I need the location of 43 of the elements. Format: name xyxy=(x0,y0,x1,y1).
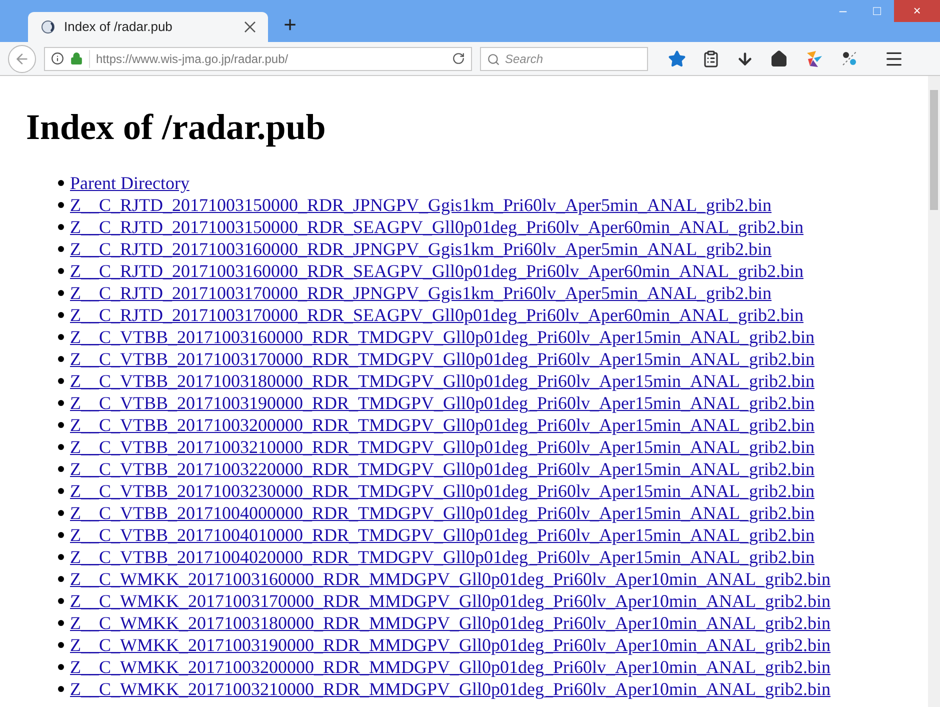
search-icon xyxy=(487,52,500,66)
file-link[interactable]: Z__C_RJTD_20171003170000_RDR_JPNGPV_Ggis1km_Pri60lv_Aper5min_ANAL_grib2.bin xyxy=(70,283,772,303)
download-icon[interactable] xyxy=(736,50,754,68)
file-link[interactable]: Z__C_VTBB_20171003190000_RDR_TMDGPV_Gll0p01deg_Pri60lv_Aper15min_ANAL_grib2.bin xyxy=(70,393,814,413)
file-link[interactable]: Z__C_VTBB_20171003160000_RDR_TMDGPV_Gll0p01deg_Pri60lv_Aper15min_ANAL_grib2.bin xyxy=(70,327,814,347)
file-link[interactable]: Z__C_WMKK_20171003200000_RDR_MMDGPV_Gll0p01deg_Pri60lv_Aper10min_ANAL_grib2.bin xyxy=(70,657,830,677)
file-link[interactable]: Z__C_VTBB_20171004010000_RDR_TMDGPV_Gll0p01deg_Pri60lv_Aper15min_ANAL_grib2.bin xyxy=(70,525,814,545)
info-icon xyxy=(51,52,64,65)
url-text: https://www.wis-jma.go.jp/radar.pub/ xyxy=(89,50,446,68)
address-bar[interactable]: https://www.wis-jma.go.jp/radar.pub/ xyxy=(44,46,472,70)
file-link[interactable]: Z__C_RJTD_20171003160000_RDR_SEAGPV_Gll0p01deg_Pri60lv_Aper60min_ANAL_grib2.bin xyxy=(70,261,804,281)
file-link[interactable]: Z__C_RJTD_20171003150000_RDR_SEAGPV_Gll0p01deg_Pri60lv_Aper60min_ANAL_grib2.bin xyxy=(70,217,804,237)
file-link[interactable]: Z__C_RJTD_20171003150000_RDR_JPNGPV_Ggis1km_Pri60lv_Aper5min_ANAL_grib2.bin xyxy=(70,195,772,215)
file-link[interactable]: Z__C_WMKK_20171003190000_RDR_MMDGPV_Gll0p01deg_Pri60lv_Aper10min_ANAL_grib2.bin xyxy=(70,635,830,655)
file-link[interactable]: Z__C_VTBB_20171003170000_RDR_TMDGPV_Gll0p01deg_Pri60lv_Aper15min_ANAL_grib2.bin xyxy=(70,349,814,369)
file-link[interactable]: Z__C_VTBB_20171003230000_RDR_TMDGPV_Gll0p01deg_Pri60lv_Aper15min_ANAL_grib2.bin xyxy=(70,481,814,501)
file-link[interactable]: Z__C_VTBB_20171003210000_RDR_TMDGPV_Gll0p01deg_Pri60lv_Aper15min_ANAL_grib2.bin xyxy=(70,437,814,457)
file-link[interactable]: Z__C_VTBB_20171003180000_RDR_TMDGPV_Gll0p01deg_Pri60lv_Aper15min_ANAL_grib2.bin xyxy=(70,371,814,391)
close-icon[interactable] xyxy=(244,21,256,33)
page-heading: Index of /radar.pub xyxy=(26,106,326,148)
file-link[interactable]: Z__C_VTBB_20171003220000_RDR_TMDGPV_Gll0p01deg_Pri60lv_Aper15min_ANAL_grib2.bin xyxy=(70,459,814,479)
browser-tab[interactable]: Index of /radar.pub xyxy=(28,12,268,42)
clipboard-icon[interactable] xyxy=(702,50,720,68)
file-link[interactable]: Z__C_WMKK_20171003210000_RDR_MMDGPV_Gll0p01deg_Pri60lv_Aper10min_ANAL_grib2.bin xyxy=(70,679,830,699)
search-field[interactable]: Search xyxy=(480,46,648,70)
lock-icon xyxy=(70,52,83,65)
home-icon[interactable] xyxy=(770,50,788,68)
file-link[interactable]: Z__C_VTBB_20171004020000_RDR_TMDGPV_Gll0p01deg_Pri60lv_Aper15min_ANAL_grib2.bin xyxy=(70,547,814,567)
reload-icon[interactable] xyxy=(452,52,465,65)
file-link[interactable]: Parent Directory xyxy=(70,173,190,193)
file-link[interactable]: Z__C_WMKK_20171003170000_RDR_MMDGPV_Gll0p01deg_Pri60lv_Aper10min_ANAL_grib2.bin xyxy=(70,591,830,611)
file-link[interactable]: Z__C_WMKK_20171003160000_RDR_MMDGPV_Gll0p01deg_Pri60lv_Aper10min_ANAL_grib2.bin xyxy=(70,569,830,589)
back-button[interactable] xyxy=(8,44,36,72)
file-link[interactable]: Z__C_VTBB_20171003200000_RDR_TMDGPV_Gll0p01deg_Pri60lv_Aper15min_ANAL_grib2.bin xyxy=(70,415,814,435)
tab-title: Index of /radar.pub xyxy=(64,18,174,36)
file-link[interactable]: Z__C_VTBB_20171004000000_RDR_TMDGPV_Gll0p01deg_Pri60lv_Aper15min_ANAL_grib2.bin xyxy=(70,503,814,523)
star-icon[interactable] xyxy=(668,50,686,68)
new-tab-button[interactable]: + xyxy=(276,12,304,42)
file-link[interactable]: Z__C_WMKK_20171003180000_RDR_MMDGPV_Gll0p01deg_Pri60lv_Aper10min_ANAL_grib2.bin xyxy=(70,613,830,633)
scrollbar[interactable] xyxy=(928,76,940,707)
file-link[interactable]: Z__C_RJTD_20171003160000_RDR_JPNGPV_Ggis1km_Pri60lv_Aper5min_ANAL_grib2.bin xyxy=(70,239,772,259)
close-button[interactable]: × xyxy=(894,0,940,22)
file-link[interactable]: Z__C_RJTD_20171003170000_RDR_SEAGPV_Gll0p01deg_Pri60lv_Aper60min_ANAL_grib2.bin xyxy=(70,305,804,325)
